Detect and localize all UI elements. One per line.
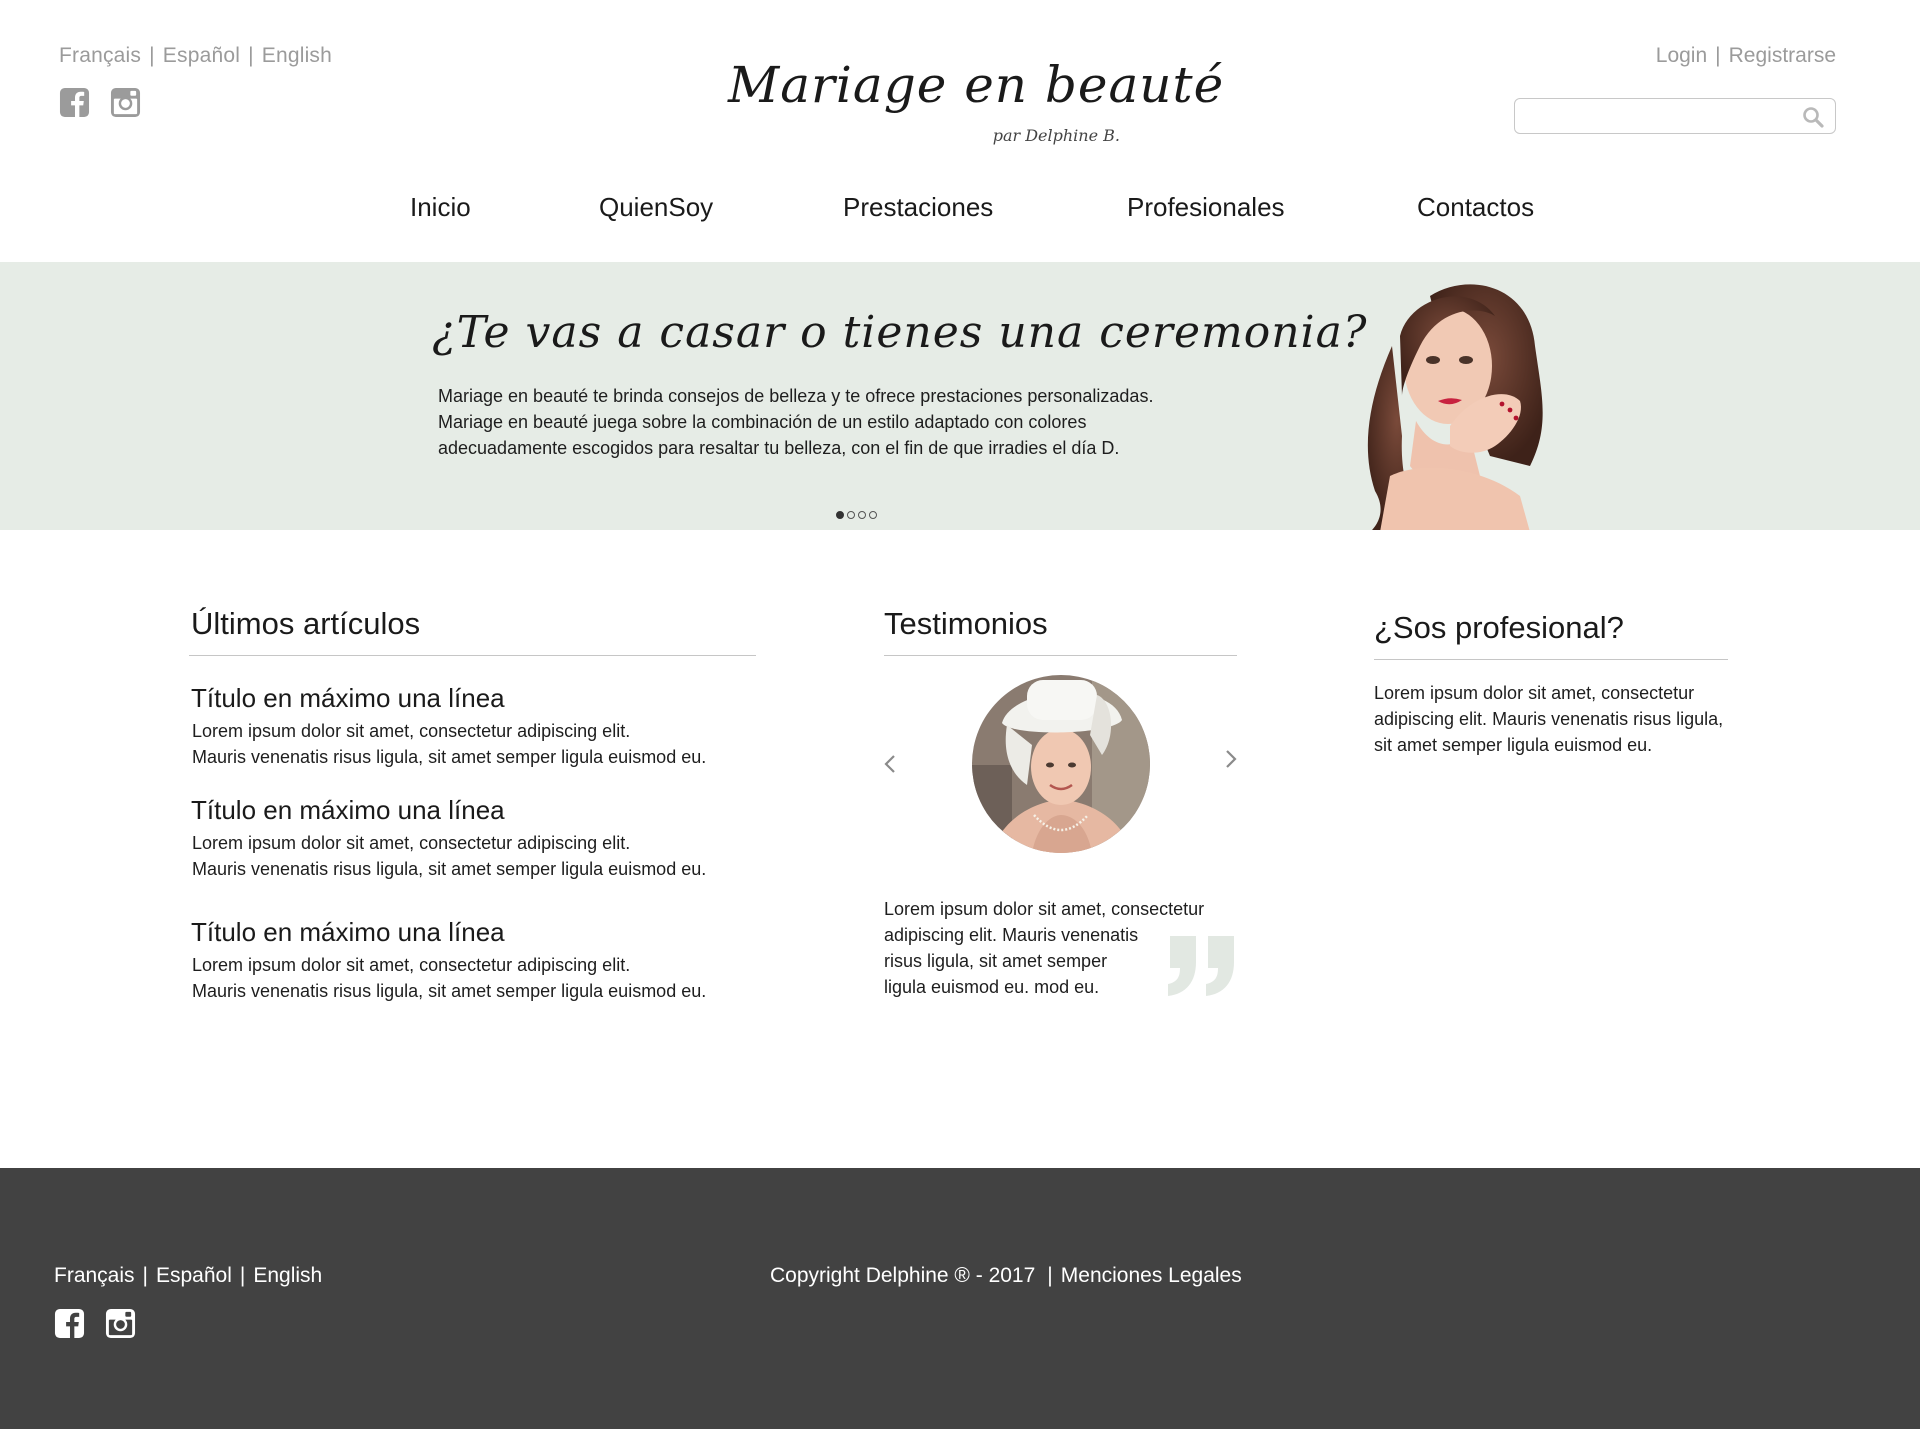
carousel-dot[interactable] [869,511,877,519]
quote-icon [1168,936,1234,996]
logo-title: Mariage en beauté [728,56,1225,114]
social-links [59,87,141,118]
article-title[interactable]: Título en máximo una línea [191,795,505,826]
nav-item-inicio[interactable]: Inicio [410,192,471,223]
lang-english-link[interactable]: English [262,44,332,67]
hero-title: ¿Te vas a casar o tienes una ceremonia? [432,307,1368,358]
article-excerpt: Lorem ipsum dolor sit amet, consectetur … [192,721,707,767]
search-box [1514,98,1836,134]
hero-banner: ¿Te vas a casar o tienes una ceremonia? … [0,262,1920,530]
chevron-left-icon[interactable] [880,750,900,778]
nav-item-prestaciones[interactable]: Prestaciones [843,192,993,223]
article-excerpt: Lorem ipsum dolor sit amet, consectetur … [192,955,707,1001]
footer-language-switcher: Français | Español | English [54,1264,323,1287]
legal-link[interactable]: Menciones Legales [1061,1264,1242,1287]
instagram-icon[interactable] [110,87,141,118]
search-input[interactable] [1523,103,1783,129]
professional-heading: ¿Sos profesional? [1374,610,1624,645]
register-link[interactable]: Registrarse [1729,44,1836,67]
footer-lang-french-link[interactable]: Français [54,1264,135,1287]
divider [884,655,1237,656]
articles-heading: Últimos artículos [191,606,421,641]
divider [1374,659,1728,660]
language-switcher: Français | Español | English [59,44,333,67]
copyright-notice: Copyright Delphine ® - 2017 | Menciones Le… [770,1264,1242,1287]
chevron-right-icon[interactable] [1221,745,1241,773]
nav-item-contactos[interactable]: Contactos [1417,192,1534,223]
main-nav: Inicio QuienSoy Prestaciones Profesional… [0,192,1920,232]
nav-item-quiensoy[interactable]: QuienSoy [599,192,713,223]
hero-model-photo [1367,284,1543,530]
footer-social-links [54,1308,136,1339]
lang-french-link[interactable]: Français [59,44,141,67]
article-excerpt: Lorem ipsum dolor sit amet, consectetur … [192,833,707,879]
carousel-dot[interactable] [847,511,855,519]
site-footer: Français | Español | English Copyright Delph… [0,1168,1920,1429]
instagram-icon[interactable] [105,1308,136,1339]
carousel-dot[interactable] [836,511,844,519]
footer-lang-english-link[interactable]: English [253,1264,322,1287]
site-logo[interactable]: Mariage en beauté par Delphine B. [728,56,1223,156]
nav-item-profesionales[interactable]: Profesionales [1127,192,1285,223]
footer-lang-spanish-link[interactable]: Español [156,1264,232,1287]
article-title[interactable]: Título en máximo una línea [191,917,505,948]
search-icon[interactable] [1801,105,1825,129]
carousel-dots [836,511,877,519]
logo-subtitle: par Delphine B. [992,126,1120,145]
copyright-text: Copyright Delphine ® - 2017 [770,1264,1036,1287]
login-link[interactable]: Login [1656,44,1707,67]
lang-spanish-link[interactable]: Español [163,44,240,67]
testimonial-avatar [972,675,1150,853]
carousel-dot[interactable] [858,511,866,519]
testimonial-quote: Lorem ipsum dolor sit amet, consectetur … [884,899,1205,997]
facebook-icon[interactable] [59,87,90,118]
site-header: Français | Español | English Mariage en beau… [0,0,1920,262]
article-title[interactable]: Título en máximo una línea [191,683,505,714]
divider [189,655,756,656]
testimonials-heading: Testimonios [884,606,1048,641]
facebook-icon[interactable] [54,1308,85,1339]
hero-description: Mariage en beauté te brinda consejos de … [438,386,1154,458]
professional-description: Lorem ipsum dolor sit amet, consectetur … [1374,683,1724,755]
auth-links: Login | Registrarse [1655,44,1836,67]
